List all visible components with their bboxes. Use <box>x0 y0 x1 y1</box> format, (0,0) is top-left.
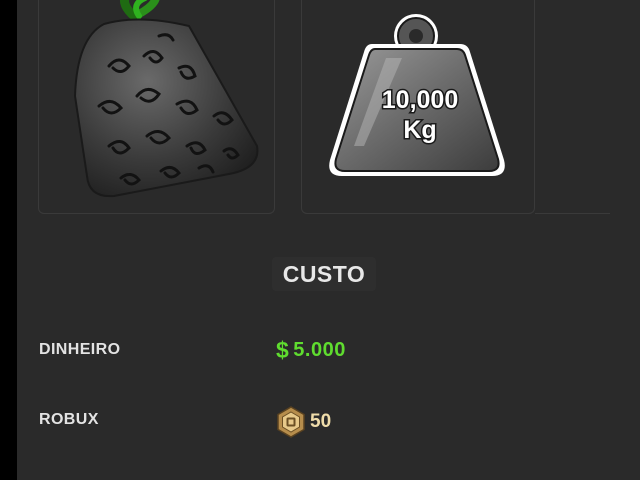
dollar-icon: $ <box>276 337 290 363</box>
robux-price: 50 <box>276 406 331 438</box>
fruit-item-card[interactable] <box>38 0 275 214</box>
robux-value: 50 <box>310 411 332 432</box>
cash-price: $ 5.000 <box>276 337 346 364</box>
weight-item-card[interactable]: 10,000 Kg <box>301 0 535 214</box>
weight-value-text: 10,000 <box>382 86 458 114</box>
weight-icon: 10,000 Kg <box>329 14 505 176</box>
fruit-icon <box>73 0 259 198</box>
divider <box>535 213 610 214</box>
weight-unit-text: Kg <box>403 116 436 144</box>
purchase-panel: 10,000 Kg CUSTO DINHEIRO $ 5.000 ROBUX 5… <box>17 0 640 480</box>
cash-label: DINHEIRO <box>39 341 121 358</box>
robux-icon <box>277 406 305 438</box>
cash-value: 5.000 <box>293 339 346 361</box>
robux-label: ROBUX <box>39 411 99 428</box>
cost-heading: CUSTO <box>272 257 376 291</box>
